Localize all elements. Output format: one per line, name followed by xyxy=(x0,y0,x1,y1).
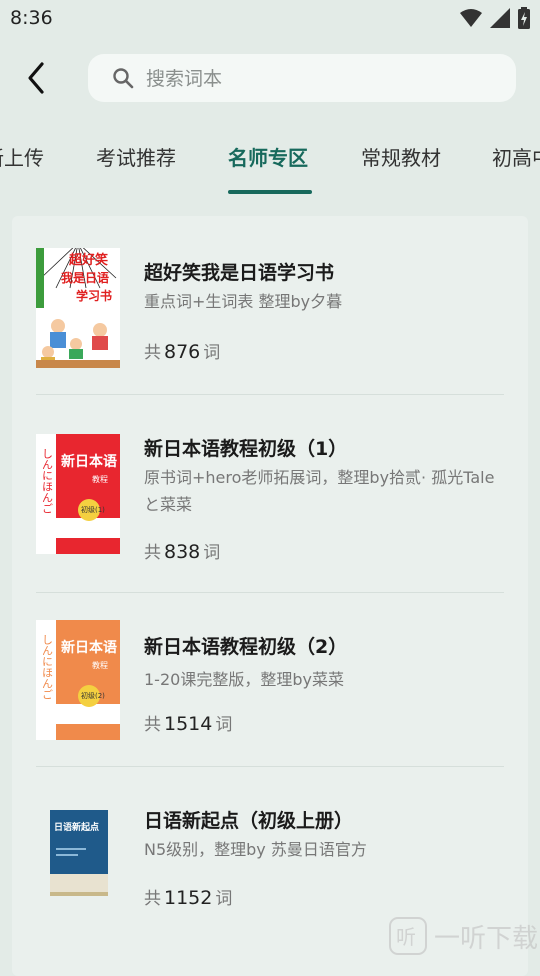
wifi-icon xyxy=(460,9,482,27)
cover-text: 教程 xyxy=(92,660,108,670)
divider xyxy=(36,394,504,395)
book-word-count: 共 838 词 xyxy=(144,538,220,563)
status-bar: 8:36 xyxy=(0,0,540,36)
cover-text: 新日本语 xyxy=(61,639,117,656)
book-description: N5级别，整理by 苏曼日语官方 xyxy=(144,840,367,859)
count-number: 838 xyxy=(164,541,201,563)
book-description: 原书词+hero老师拓展词，整理by拾贰· 孤光Taleと菜菜 xyxy=(144,468,495,514)
tab-indicator xyxy=(228,190,312,194)
cover-text: 初级(1) xyxy=(81,505,105,514)
cover-text: しんにほんご xyxy=(41,634,54,700)
book-item[interactable]: 超好笑 我是日语 学习书 超好笑我是日语学习书 重点词+生词表 整理by夕暮 共… xyxy=(36,248,504,378)
book-cover: 日语新起点 xyxy=(36,794,120,914)
book-list: 超好笑 我是日语 学习书 超好笑我是日语学习书 重点词+生词表 整理by夕暮 共… xyxy=(12,216,528,976)
book-title: 日语新起点（初级上册） xyxy=(144,810,354,832)
book-word-count: 共 876 词 xyxy=(144,338,220,363)
book-description: 重点词+生词表 整理by夕暮 xyxy=(144,292,343,311)
count-prefix: 共 xyxy=(144,543,161,563)
count-suffix: 词 xyxy=(215,889,233,909)
book-item[interactable]: 日语新起点 日语新起点（初级上册） N5级别，整理by 苏曼日语官方 共 1152… xyxy=(36,794,504,924)
search-icon xyxy=(113,68,134,89)
count-prefix: 共 xyxy=(144,715,161,735)
book-cover: 新日本语 教程 しんにほんご 初级(2) xyxy=(36,620,120,740)
count-suffix: 词 xyxy=(215,715,233,735)
divider xyxy=(36,766,504,767)
svg-text:听: 听 xyxy=(396,925,416,949)
cover-text: 超好笑 xyxy=(69,252,108,268)
status-icons xyxy=(460,7,530,29)
search-box[interactable] xyxy=(88,54,516,102)
back-button[interactable] xyxy=(18,58,58,98)
tab-new-upload[interactable]: 新上传 xyxy=(0,142,44,171)
book-title: 超好笑我是日语学习书 xyxy=(144,262,335,284)
count-prefix: 共 xyxy=(144,889,161,909)
back-arrow-icon xyxy=(28,62,44,94)
watermark-text: 一听下载 xyxy=(433,923,538,954)
cover-text: しんにほんご xyxy=(41,448,54,514)
cover-text: 初级(2) xyxy=(81,691,105,700)
tab-exam-recommend[interactable]: 考试推荐 xyxy=(96,142,176,171)
book-title: 新日本语教程初级（1） xyxy=(144,438,348,460)
count-suffix: 词 xyxy=(203,543,221,563)
tab-famous-teachers[interactable]: 名师专区 xyxy=(228,142,308,171)
cover-text: 新日本语 xyxy=(61,453,117,470)
book-cover: 新日本语 教程 しんにほんご 初级(1) xyxy=(36,434,120,554)
divider xyxy=(36,592,504,593)
count-number: 1514 xyxy=(164,713,213,735)
signal-icon xyxy=(490,8,510,28)
category-tabs: 新上传 考试推荐 名师专区 常规教材 初高中 xyxy=(0,130,540,194)
count-number: 1152 xyxy=(164,887,213,909)
tab-regular-textbooks[interactable]: 常规教材 xyxy=(361,142,441,171)
count-suffix: 词 xyxy=(203,343,221,363)
book-word-count: 共 1152 词 xyxy=(144,884,232,909)
book-description: 1-20课完整版，整理by菜菜 xyxy=(144,670,344,689)
watermark: 听 一听下载 xyxy=(388,916,538,956)
count-prefix: 共 xyxy=(144,343,161,363)
status-time: 8:36 xyxy=(10,7,53,29)
book-item[interactable]: 新日本语 教程 しんにほんご 初级(2) 新日本语教程初级（2） 1-20课完整… xyxy=(36,620,504,750)
book-title: 新日本语教程初级（2） xyxy=(144,636,348,658)
count-number: 876 xyxy=(164,341,201,363)
watermark-logo-icon: 听 xyxy=(388,917,427,955)
cover-text: 我是日语 xyxy=(61,270,109,285)
book-item[interactable]: 新日本语 教程 しんにほんご 初级(1) 新日本语教程初级（1） 原书词+her… xyxy=(36,434,504,574)
search-input[interactable] xyxy=(144,64,508,94)
cover-text: 教程 xyxy=(92,474,108,484)
book-cover: 超好笑 我是日语 学习书 xyxy=(36,248,120,368)
battery-icon xyxy=(518,7,530,29)
cover-text: 学习书 xyxy=(76,288,112,303)
book-word-count: 共 1514 词 xyxy=(144,710,232,735)
tab-middle-high-school[interactable]: 初高中 xyxy=(492,142,540,171)
cover-text: 日语新起点 xyxy=(54,821,99,833)
